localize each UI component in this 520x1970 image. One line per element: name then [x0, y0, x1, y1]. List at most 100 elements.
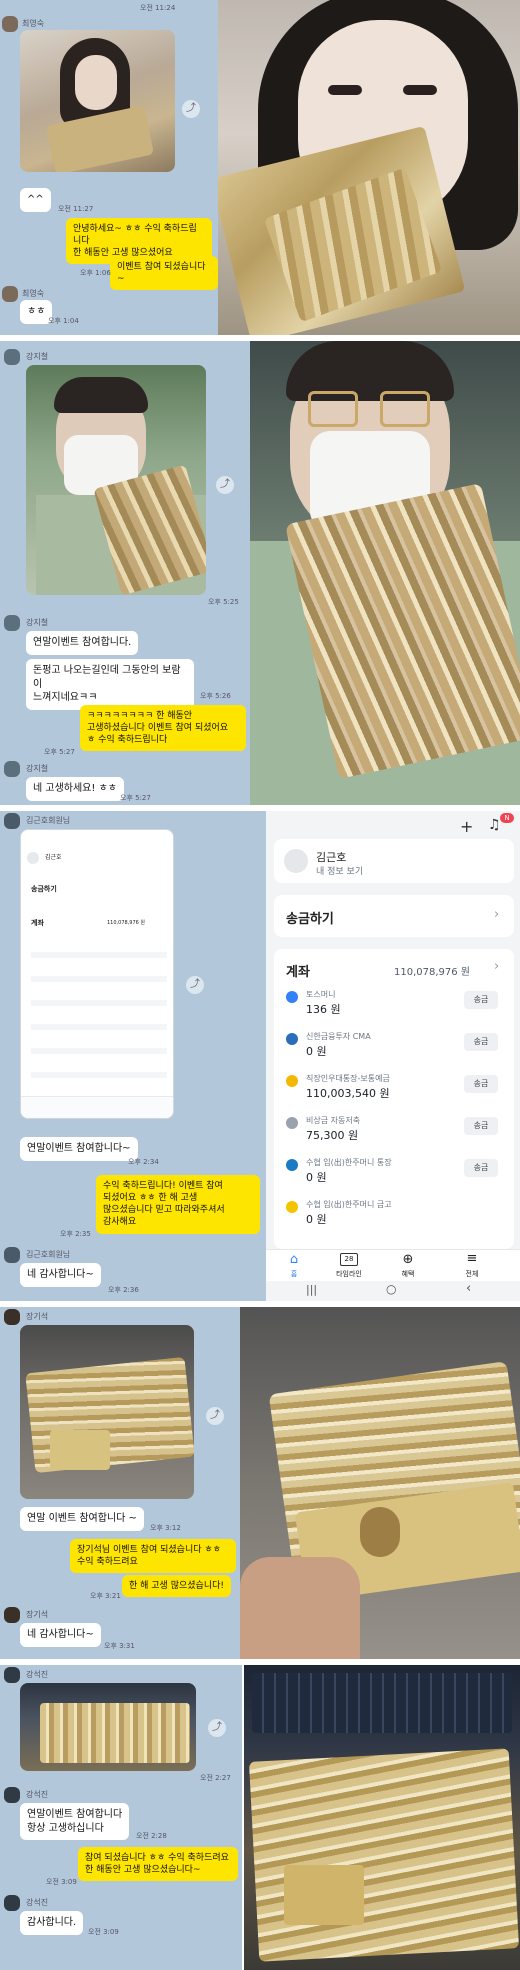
- share-icon[interactable]: ⤴: [206, 1407, 224, 1425]
- chat-area: 김근호회원님 김근호 송금하기 계좌 110,078,976 원 ⤴ 연말이벤트…: [0, 811, 266, 1301]
- accounts-title: 계좌: [286, 965, 310, 980]
- account-amount: 136 원: [306, 1003, 341, 1016]
- chat-panel-4: 장기석 ⤴ 연말 이벤트 참여합니다 ~ 오후 3:12 장기석님 이벤트 참여…: [0, 1307, 520, 1659]
- bell-icon[interactable]: ♫: [488, 817, 501, 833]
- transfer-card[interactable]: 송금하기 ›: [274, 895, 514, 937]
- message-bubble: 네 고생하세요! ㅎㅎ: [26, 777, 124, 801]
- accounts-total[interactable]: 110,078,976 원: [394, 963, 470, 978]
- account-amount: 75,300 원: [306, 1129, 359, 1142]
- message-bubble-yellow: 수익 축하드립니다! 이벤트 참여 되셨어요 ㅎㅎ 한 해 고생 많으셨습니다 …: [96, 1175, 260, 1234]
- avatar: [4, 1247, 20, 1263]
- timestamp: 오후 3:21: [90, 1592, 121, 1600]
- back-icon[interactable]: ‹: [466, 1281, 471, 1296]
- bank-app-thumbnail[interactable]: 김근호 송금하기 계좌 110,078,976 원: [20, 829, 174, 1119]
- chat-area: 오전 11:24 최영숙 ⤴ ^^ 오전 11:27 안녕하세요~ ㅎㅎ 수익 …: [0, 0, 218, 335]
- message-bubble: 네 감사합니다~: [20, 1263, 101, 1287]
- accounts-total: 110,078,976 원: [107, 920, 145, 926]
- share-icon[interactable]: ⤴: [186, 976, 204, 994]
- timestamp: 오후 2:36: [108, 1286, 139, 1294]
- chat-panel-1: 오전 11:24 최영숙 ⤴ ^^ 오전 11:27 안녕하세요~ ㅎㅎ 수익 …: [0, 0, 520, 335]
- message-bubble-yellow: 장기석님 이벤트 참여 되셨습니다 ㅎㅎ 수익 축하드려요: [70, 1539, 236, 1574]
- timestamp: 오전 3:09: [88, 1928, 119, 1936]
- timestamp: 오후 1:06: [80, 269, 111, 277]
- account-amount: 110,003,540 원: [306, 1087, 390, 1100]
- message-bubble: 연말이벤트 참여합니다~: [20, 1137, 138, 1161]
- nav-home-label: 홈: [290, 1270, 298, 1278]
- plus-icon[interactable]: +: [460, 817, 473, 836]
- avatar: [4, 813, 20, 829]
- profile-card[interactable]: 김근호 내 정보 보기: [274, 839, 514, 883]
- transfer-label: 송금하기: [286, 912, 334, 927]
- avatar: [2, 16, 18, 32]
- timestamp: 오후 5:25: [208, 598, 239, 606]
- send-button[interactable]: 송금: [464, 1075, 498, 1093]
- share-icon[interactable]: ⤴: [208, 1719, 226, 1737]
- account-amount: 0 원: [306, 1045, 327, 1058]
- avatar: [4, 349, 20, 365]
- share-icon[interactable]: ⤴: [182, 100, 200, 118]
- timestamp: 오후 5:26: [200, 692, 231, 700]
- chat-panel-3: 김근호회원님 김근호 송금하기 계좌 110,078,976 원 ⤴ 연말이벤트…: [0, 811, 520, 1301]
- chat-area: 장기석 ⤴ 연말 이벤트 참여합니다 ~ 오후 3:12 장기석님 이벤트 참여…: [0, 1307, 240, 1659]
- chat-area: 강석진 ⤴ 오전 2:27 강석진 연말이벤트 참여합니다 항상 고생하십니다 …: [0, 1665, 242, 1970]
- share-icon[interactable]: ⤴: [216, 476, 234, 494]
- send-button[interactable]: 송금: [464, 991, 498, 1009]
- nav-all-label: 전체: [465, 1270, 479, 1278]
- recent-apps-icon[interactable]: |||: [306, 1283, 317, 1296]
- account-icon: [286, 1201, 298, 1213]
- money-photo: [244, 1665, 520, 1970]
- photo-thumbnail[interactable]: [20, 1325, 194, 1499]
- message-bubble: 연말이벤트 참여합니다 항상 고생하십니다: [20, 1803, 130, 1840]
- avatar: [4, 761, 20, 777]
- chat-area: 강지철 ⤴ 오후 5:25 강지철 연말이벤트 참여합니다. 돈펑고 나오는길인…: [0, 341, 250, 805]
- timestamp: 오후 1:04: [48, 317, 79, 325]
- account-amount: 0 원: [306, 1171, 327, 1184]
- system-nav-bar: ||| ○ ‹: [266, 1281, 520, 1301]
- timestamp: 오후 3:31: [104, 1642, 135, 1650]
- nav-benefit-icon[interactable]: ⊕: [396, 1252, 420, 1267]
- avatar: [4, 1309, 20, 1325]
- timestamp: 오전 11:27: [58, 205, 94, 213]
- message-bubble-yellow: 이벤트 참여 되셨습니다~: [110, 256, 218, 291]
- sender-name: 김근호회원님: [26, 816, 71, 825]
- message-bubble: 돈펑고 나오는길인데 그동안의 보람이 느껴지네요ㅋㅋ: [26, 659, 194, 710]
- account-icon: [286, 991, 298, 1003]
- message-bubble: 연말 이벤트 참여합니다 ~: [20, 1507, 144, 1531]
- account-amount: 0 원: [306, 1213, 327, 1226]
- photo-thumbnail[interactable]: [20, 30, 175, 172]
- bank-app-screen: + ♫ N 김근호 내 정보 보기 송금하기 › 계좌 110,078,976 …: [266, 811, 520, 1301]
- avatar: [4, 1607, 20, 1623]
- account-name: 수협 입(出)한주머니 통장: [306, 1158, 392, 1167]
- sender-name: 강석진: [26, 1670, 49, 1679]
- account-icon: [286, 1159, 298, 1171]
- transfer-label: 송금하기: [31, 885, 57, 893]
- timestamp: 오후 5:27: [120, 794, 151, 802]
- send-button[interactable]: 송금: [464, 1159, 498, 1177]
- timestamp: 오전 2:28: [136, 1832, 167, 1840]
- profile-link[interactable]: 내 정보 보기: [316, 864, 363, 877]
- nav-home-icon[interactable]: ⌂: [282, 1252, 306, 1267]
- selfie-photo: [250, 341, 520, 805]
- account-name: 직장인우대통장-보통예금: [306, 1074, 390, 1083]
- send-button[interactable]: 송금: [464, 1033, 498, 1051]
- chat-panel-5: 강석진 ⤴ 오전 2:27 강석진 연말이벤트 참여합니다 항상 고생하십니다 …: [0, 1665, 520, 1970]
- menu-icon[interactable]: ≡: [460, 1251, 484, 1266]
- photo-thumbnail[interactable]: [26, 365, 206, 595]
- message-bubble-yellow: ㅋㅋㅋㅋㅋㅋㅋㅋ 한 해동안 고생하셨습니다 이벤트 참여 되셨어요 ㅎ 수익 …: [80, 705, 246, 752]
- timestamp: 오전 11:24: [140, 4, 176, 12]
- home-button-icon[interactable]: ○: [386, 1282, 396, 1296]
- calendar-icon[interactable]: 28: [340, 1253, 358, 1266]
- chat-panel-2: 강지철 ⤴ 오후 5:25 강지철 연말이벤트 참여합니다. 돈펑고 나오는길인…: [0, 341, 520, 805]
- account-name: 비상금 자동저축: [306, 1116, 361, 1125]
- sender-name: 강석진: [26, 1898, 49, 1907]
- photo-thumbnail[interactable]: [20, 1683, 196, 1771]
- accounts-card: 계좌 110,078,976 원 › 토스머니 136 원 송금 신한금융투자 CMA…: [274, 949, 514, 1249]
- send-button[interactable]: 송금: [464, 1117, 498, 1135]
- account-name: 수협 입(出)한주머니 금고: [306, 1200, 392, 1209]
- accounts-title: 계좌: [31, 919, 44, 927]
- sender-name: 장기석: [26, 1312, 49, 1321]
- sender-name: 강석진: [26, 1790, 49, 1799]
- sender-name: 김근호회원님: [26, 1250, 71, 1259]
- account-icon: [286, 1117, 298, 1129]
- account-icon: [286, 1033, 298, 1045]
